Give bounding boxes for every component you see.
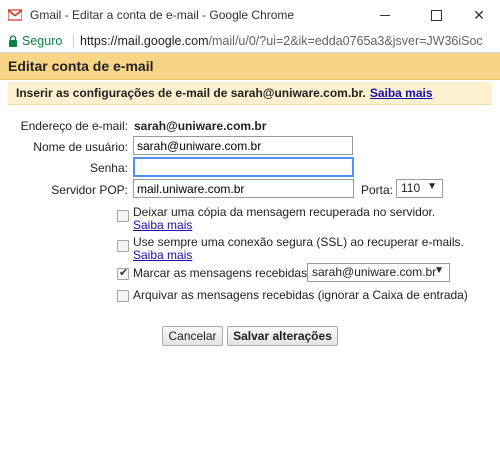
instruction-text: Inserir as configurações de e-mail de sa…: [16, 86, 433, 100]
close-icon: ✕: [473, 6, 485, 23]
close-button[interactable]: ✕: [456, 0, 500, 30]
leave-copy-label: Deixar uma cópia da mensagem recuperada …: [133, 205, 436, 219]
password-label: Senha:: [89, 161, 128, 175]
url-path: /mail/u/0/?ui=2&ik=edda0765a3&jsver=JW36…: [208, 34, 483, 48]
port-label: Porta:: [361, 183, 394, 197]
port-select[interactable]: 110 ▼: [396, 179, 443, 198]
username-label: Nome de usuário:: [33, 140, 128, 154]
email-address-label: Endereço de e-mail:: [20, 119, 128, 133]
lock-icon: [9, 35, 17, 47]
maximize-icon: [430, 9, 442, 21]
ssl-checkbox[interactable]: [117, 240, 129, 252]
password-field[interactable]: [133, 157, 354, 177]
minimize-button[interactable]: [362, 0, 408, 30]
address-bar[interactable]: Seguro https://mail.google.com/mail/u/0/…: [0, 30, 500, 53]
leave-copy-learn-more-link[interactable]: Saiba mais: [133, 218, 192, 232]
archive-label: Arquivar as mensagens recebidas (ignorar…: [133, 288, 468, 302]
address-separator: [73, 34, 74, 48]
url-host: https://mail.google.com: [80, 34, 209, 48]
label-select-value: sarah@uniware.com.br: [312, 265, 437, 279]
username-field[interactable]: [133, 136, 353, 155]
secure-label: Seguro: [22, 34, 63, 48]
chevron-down-icon: ▼: [427, 181, 437, 192]
email-address-value: sarah@uniware.com.br: [134, 119, 267, 133]
pop-server-field[interactable]: [133, 179, 354, 198]
gmail-icon: [8, 9, 22, 21]
maximize-button[interactable]: [413, 0, 459, 30]
save-button[interactable]: Salvar alterações: [227, 326, 338, 346]
dialog-title: Editar conta de e-mail: [8, 58, 154, 74]
label-messages-checkbox[interactable]: ✔: [117, 267, 129, 280]
instruction-message: Inserir as configurações de e-mail de sa…: [16, 86, 366, 100]
label-messages-label: Marcar as mensagens recebidas:: [133, 266, 311, 280]
archive-checkbox[interactable]: [117, 290, 129, 302]
ssl-learn-more-link[interactable]: Saiba mais: [133, 248, 192, 262]
instruction-band: Inserir as configurações de e-mail de sa…: [8, 82, 492, 105]
dialog-header: Editar conta de e-mail: [0, 53, 500, 80]
leave-copy-checkbox[interactable]: [117, 210, 129, 222]
window-title-bar: Gmail - Editar a conta de e-mail - Googl…: [0, 0, 500, 31]
label-select[interactable]: sarah@uniware.com.br ▼: [307, 263, 450, 282]
window-title: Gmail - Editar a conta de e-mail - Googl…: [30, 8, 295, 22]
checkmark-icon: ✔: [119, 267, 129, 279]
port-value: 110: [401, 181, 421, 195]
cancel-button[interactable]: Cancelar: [162, 326, 223, 346]
url-text[interactable]: https://mail.google.com/mail/u/0/?ui=2&i…: [80, 34, 500, 48]
minimize-icon: [380, 14, 390, 16]
pop-server-label: Servidor POP:: [51, 183, 128, 197]
ssl-label: Use sempre uma conexão segura (SSL) ao r…: [133, 235, 464, 249]
instruction-learn-more-link[interactable]: Saiba mais: [370, 86, 433, 100]
chevron-down-icon: ▼: [434, 265, 444, 276]
